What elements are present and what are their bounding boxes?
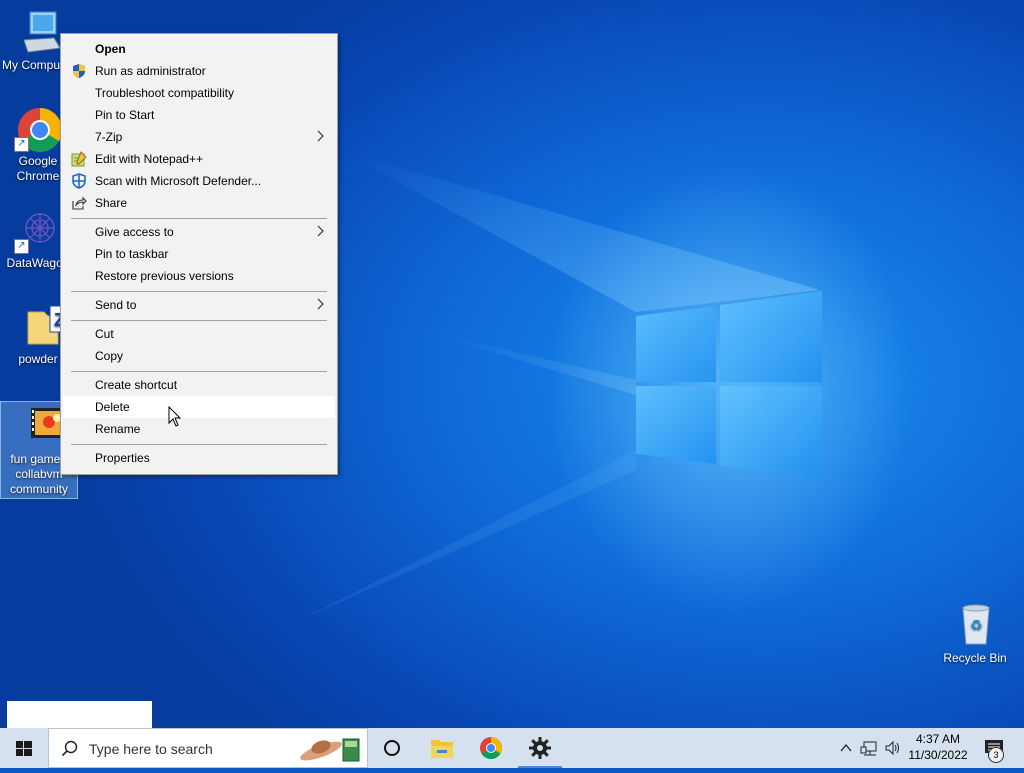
menu-item-copy[interactable]: Copy (63, 345, 335, 367)
clock-date: 11/30/2022 (908, 748, 968, 762)
icon-label: Google Chrome (16, 154, 60, 183)
menu-item-7zip[interactable]: 7-Zip (63, 126, 335, 148)
taskbar-cortana[interactable] (368, 728, 416, 768)
menu-item-troubleshoot[interactable]: Troubleshoot compatibility (63, 82, 335, 104)
menu-item-pin-to-taskbar[interactable]: Pin to taskbar (63, 243, 335, 265)
settings-icon (529, 737, 551, 759)
menu-separator (71, 371, 327, 372)
taskbar-settings[interactable] (516, 728, 564, 768)
chevron-right-icon (317, 298, 324, 310)
file-explorer-icon (431, 740, 453, 758)
menu-item-give-access-to[interactable]: Give access to (63, 221, 335, 243)
windows-logo-wallpaper (636, 291, 822, 478)
menu-item-send-to[interactable]: Send to (63, 294, 335, 316)
menu-item-edit-with-notepadpp[interactable]: Edit with Notepad++ (63, 148, 335, 170)
menu-item-rename[interactable]: Rename (63, 418, 335, 440)
taskbar-chrome[interactable] (467, 728, 515, 768)
svg-text:♻: ♻ (970, 618, 983, 634)
menu-item-scan-with-defender[interactable]: Scan with Microsoft Defender... (63, 170, 335, 192)
menu-item-pin-to-start[interactable]: Pin to Start (63, 104, 335, 126)
menu-item-label: Copy (95, 349, 124, 363)
chrome-icon (480, 737, 502, 759)
menu-item-label: Edit with Notepad++ (95, 152, 204, 166)
notification-count-badge: 3 (988, 747, 1004, 763)
menu-item-label: Scan with Microsoft Defender... (95, 174, 262, 188)
start-button[interactable] (0, 728, 48, 768)
share-icon (72, 196, 87, 210)
show-hidden-icons-chevron-icon (840, 743, 852, 752)
taskbar-search-box[interactable]: Type here to search (48, 728, 368, 768)
zip-folder-icon: Z (14, 302, 73, 350)
cortana-icon (384, 740, 400, 756)
clock-time: 4:37 AM (915, 732, 961, 746)
shortcut-arrow-icon: ↗ (14, 137, 29, 152)
computer-icon (14, 8, 62, 56)
volume-icon (885, 740, 899, 756)
context-menu: Open Run as administrator Troubleshoot c… (60, 33, 338, 475)
windows-start-icon (16, 741, 32, 756)
search-placeholder: Type here to search (89, 741, 213, 757)
network-icon (860, 741, 877, 756)
shortcut-arrow-icon: ↗ (14, 239, 29, 254)
blank-popup-panel (7, 701, 152, 728)
menu-item-label: Create shortcut (95, 378, 178, 392)
video-file-icon (15, 402, 75, 450)
menu-item-label: Cut (95, 327, 114, 341)
taskbar: Type here to search 4:37 AM 11/30/2022 3 (0, 728, 1024, 768)
menu-item-label: Run as administrator (95, 64, 206, 78)
datawagon-icon: ↗ (14, 206, 62, 254)
menu-separator (71, 444, 327, 445)
menu-item-label: Restore previous versions (95, 269, 234, 283)
menu-item-run-as-administrator[interactable]: Run as administrator (63, 60, 335, 82)
menu-item-label: Give access to (95, 225, 174, 239)
action-center-button[interactable]: 3 (976, 728, 1014, 768)
menu-item-properties[interactable]: Properties (63, 447, 335, 469)
desktop-icon-recycle-bin[interactable]: ♻ Recycle Bin (939, 600, 1011, 665)
menu-item-label: Delete (95, 400, 130, 414)
defender-icon (72, 173, 86, 189)
mouse-cursor-icon (168, 406, 182, 427)
menu-item-label: Pin to taskbar (95, 247, 169, 261)
icon-label: Recycle Bin (943, 651, 1007, 665)
taskbar-file-explorer[interactable] (418, 728, 466, 768)
recycle-bin-icon: ♻ (962, 604, 990, 645)
menu-item-create-shortcut[interactable]: Create shortcut (63, 374, 335, 396)
menu-item-label: Troubleshoot compatibility (95, 86, 234, 100)
system-tray (840, 740, 899, 756)
taskbar-clock[interactable]: 4:37 AM 11/30/2022 (902, 731, 974, 763)
menu-separator (71, 218, 327, 219)
search-highlight-illustration-icon (300, 738, 360, 762)
search-icon (61, 740, 78, 757)
menu-item-restore-previous-versions[interactable]: Restore previous versions (63, 265, 335, 287)
menu-item-open[interactable]: Open (63, 38, 335, 60)
menu-item-label: Pin to Start (95, 108, 155, 122)
menu-item-label: 7-Zip (95, 130, 123, 144)
menu-separator (71, 320, 327, 321)
menu-item-cut[interactable]: Cut (63, 323, 335, 345)
shield-icon (73, 64, 85, 78)
menu-item-label: Send to (95, 298, 137, 312)
menu-item-label: Open (95, 42, 126, 56)
chevron-right-icon (317, 130, 324, 142)
menu-separator (71, 291, 327, 292)
icon-label: powder (18, 352, 58, 366)
chrome-icon: ↗ (14, 104, 62, 152)
menu-item-share[interactable]: Share (63, 192, 335, 214)
notepadpp-icon (71, 151, 87, 167)
menu-item-delete[interactable]: Delete (63, 396, 335, 418)
chevron-right-icon (317, 225, 324, 237)
menu-item-label: Rename (95, 422, 141, 436)
menu-item-label: Properties (95, 451, 150, 465)
menu-item-label: Share (95, 196, 128, 210)
